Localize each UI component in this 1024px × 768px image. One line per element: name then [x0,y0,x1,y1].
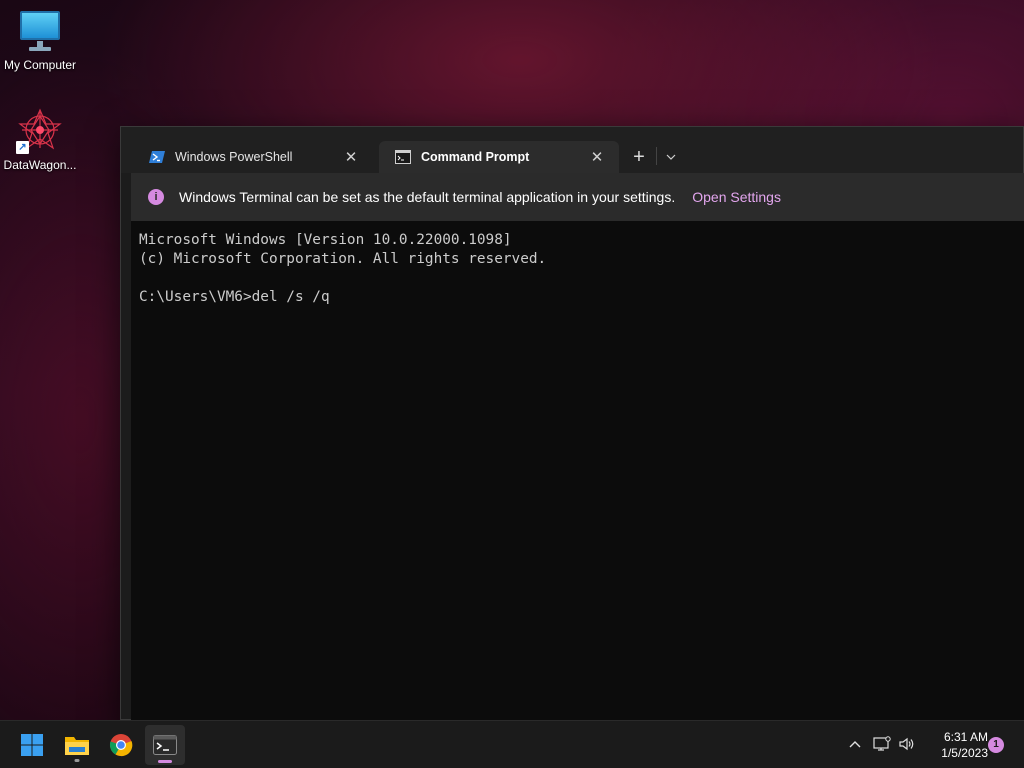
desktop-icon-label: My Computer [3,58,77,72]
terminal-window: Windows PowerShell ✕ Command Prompt ✕ + … [120,126,1024,721]
terminal-icon [153,735,177,755]
network-icon [873,736,891,751]
tab-command-prompt[interactable]: Command Prompt ✕ [379,141,619,173]
cmd-icon [395,150,411,164]
show-hidden-icons-button[interactable] [844,733,866,755]
close-icon[interactable]: ✕ [589,149,605,166]
infobar-message: Windows Terminal can be set as the defau… [179,189,676,205]
running-indicator [74,759,80,762]
speaker-icon [899,737,914,751]
tab-windows-powershell[interactable]: Windows PowerShell ✕ [133,141,373,173]
notification-badge[interactable]: 1 [988,737,1004,753]
volume-button[interactable] [896,733,918,755]
tab-dropdown-button[interactable] [661,145,681,169]
taskbar: 6:31 AM 1/5/2023 1 [0,720,1024,768]
active-indicator [158,760,172,763]
tab-bar: Windows PowerShell ✕ Command Prompt ✕ + [121,127,1023,173]
monitor-icon [18,10,62,54]
divider [656,147,657,165]
tab-label: Windows PowerShell [175,150,293,164]
desktop-icon-label: DataWagon... [3,158,77,172]
console-output[interactable]: Microsoft Windows [Version 10.0.22000.10… [131,221,1024,721]
default-terminal-infobar: i Windows Terminal can be set as the def… [131,173,1024,221]
shortcut-arrow-icon: ↗ [16,141,29,154]
terminal-taskbar-button[interactable] [145,725,185,765]
new-tab-button[interactable]: + [627,145,651,169]
open-settings-link[interactable]: Open Settings [692,189,781,205]
desktop-icon-my-computer[interactable]: My Computer [0,10,80,72]
chrome-button[interactable] [101,725,141,765]
chevron-down-icon [666,154,676,160]
tab-label: Command Prompt [421,150,530,164]
console-line: Microsoft Windows [Version 10.0.22000.10… [139,232,512,248]
network-button[interactable] [871,733,893,755]
console-prompt: C:\Users\VM6>del /s /q [139,289,330,305]
system-clock[interactable]: 6:31 AM 1/5/2023 [926,729,988,761]
console-line: (c) Microsoft Corporation. All rights re… [139,251,547,267]
file-explorer-button[interactable] [57,725,97,765]
close-icon[interactable]: ✕ [343,149,359,166]
clock-date: 1/5/2023 [941,746,988,760]
desktop-icon-datawagon[interactable]: ↗ DataWagon... [0,106,80,172]
chevron-up-icon [849,741,861,748]
powershell-icon [149,151,165,163]
start-icon [21,734,43,756]
info-icon: i [148,189,164,205]
chrome-icon [109,734,133,757]
clock-time: 6:31 AM [943,730,988,744]
datawagon-icon: ↗ [16,106,64,154]
file-explorer-icon [65,737,89,755]
start-button[interactable] [12,725,52,765]
